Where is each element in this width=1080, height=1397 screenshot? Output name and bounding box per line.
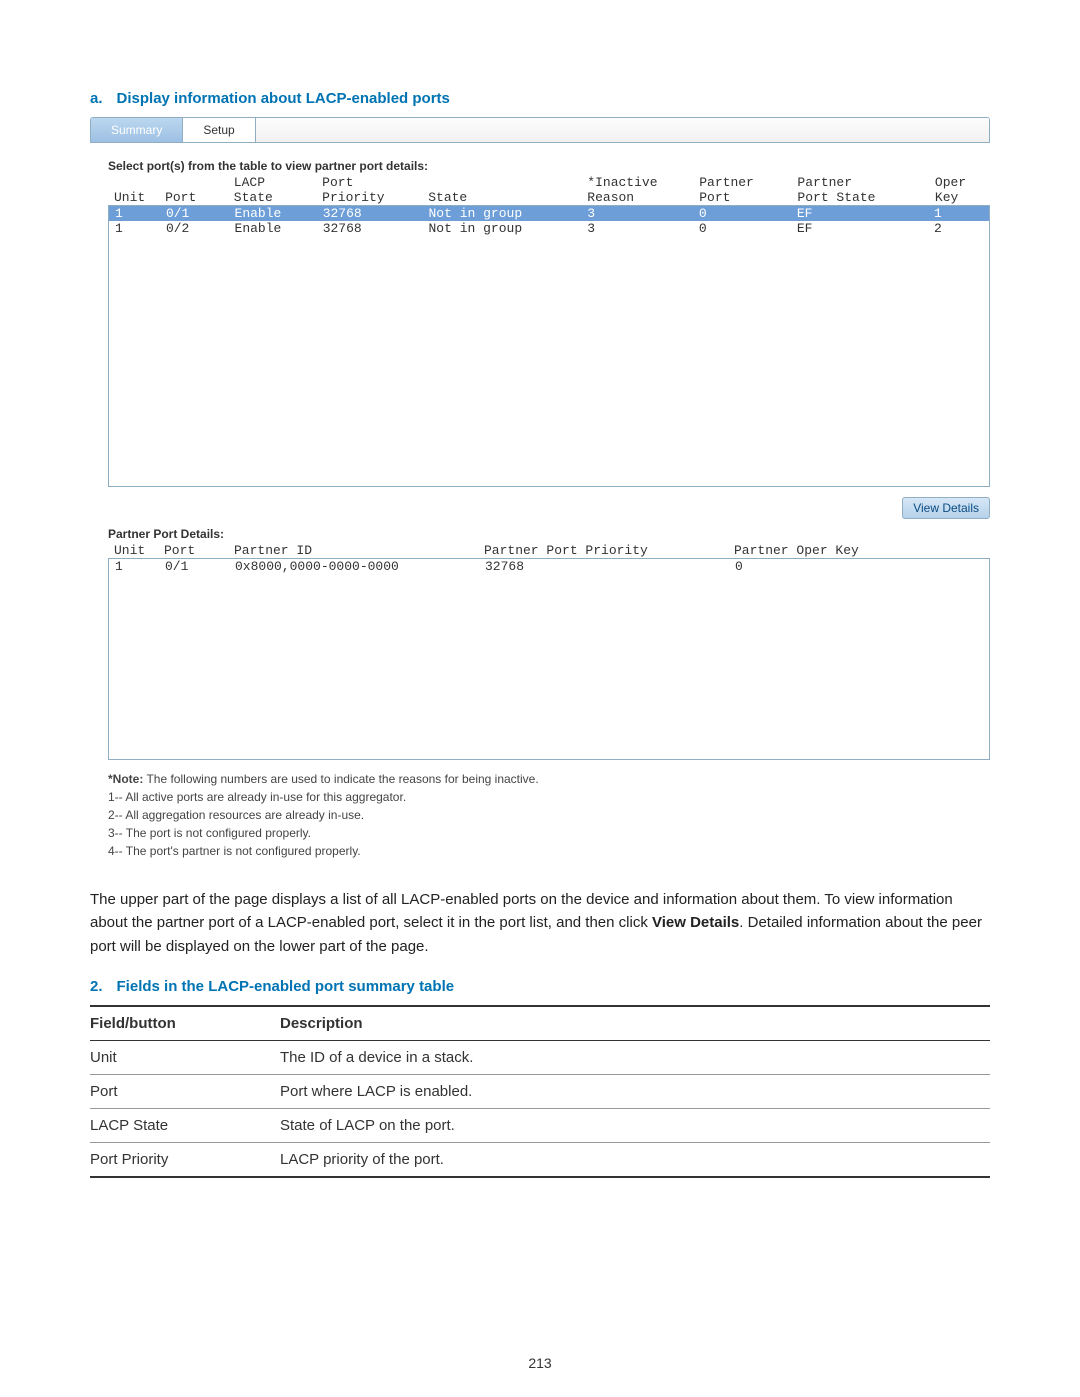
select-instruction: Select port(s) from the table to view pa… [108, 159, 990, 173]
partner-table-headers: Unit Port Partner ID Partner Port Priori… [108, 543, 990, 558]
fields-header-desc: Description [280, 1006, 990, 1041]
table-row: PortPort where LACP is enabled. [90, 1074, 990, 1108]
fields-header-field: Field/button [90, 1006, 280, 1041]
main-table[interactable]: 1 0/1 Enable 32768 Not in group 3 0 EF 1… [108, 205, 990, 487]
table-row: Port Priority LACP priority of the port. [90, 1142, 990, 1177]
heading-a-label: a. [90, 90, 103, 107]
heading-2-text: Fields in the LACP-enabled port summary … [117, 978, 455, 995]
table-row: UnitThe ID of a device in a stack. [90, 1040, 990, 1074]
partner-table[interactable]: 1 0/1 0x8000,0000-0000-0000 32768 0 [108, 558, 990, 760]
heading-2-label: 2. [90, 978, 103, 995]
heading-a-text: Display information about LACP-enabled p… [117, 90, 450, 107]
fields-table: Field/button Description UnitThe ID of a… [90, 1005, 990, 1178]
heading-2: 2. Fields in the LACP-enabled port summar… [90, 978, 990, 995]
tab-summary[interactable]: Summary [91, 118, 183, 142]
table-row[interactable]: 1 0/1 Enable 32768 Not in group 3 0 EF 1 [109, 206, 989, 221]
table-row[interactable]: 1 0/2 Enable 32768 Not in group 3 0 EF 2 [109, 221, 989, 236]
heading-a: a. Display information about LACP-enabled… [90, 90, 990, 107]
table-row: LACP StateState of LACP on the port. [90, 1108, 990, 1142]
tabs: Summary Setup [90, 117, 990, 143]
tab-setup[interactable]: Setup [183, 118, 255, 142]
body-paragraph: The upper part of the page displays a li… [90, 888, 990, 958]
view-details-button[interactable]: View Details [902, 497, 990, 519]
partner-title: Partner Port Details: [108, 527, 990, 541]
tab-filler [256, 118, 989, 142]
notes: *Note: The following numbers are used to… [108, 770, 990, 860]
page-number: 213 [0, 1355, 1080, 1371]
table-row[interactable]: 1 0/1 0x8000,0000-0000-0000 32768 0 [109, 559, 989, 574]
main-table-headers: Unit Port LACPState PortPriority State *… [108, 175, 990, 205]
